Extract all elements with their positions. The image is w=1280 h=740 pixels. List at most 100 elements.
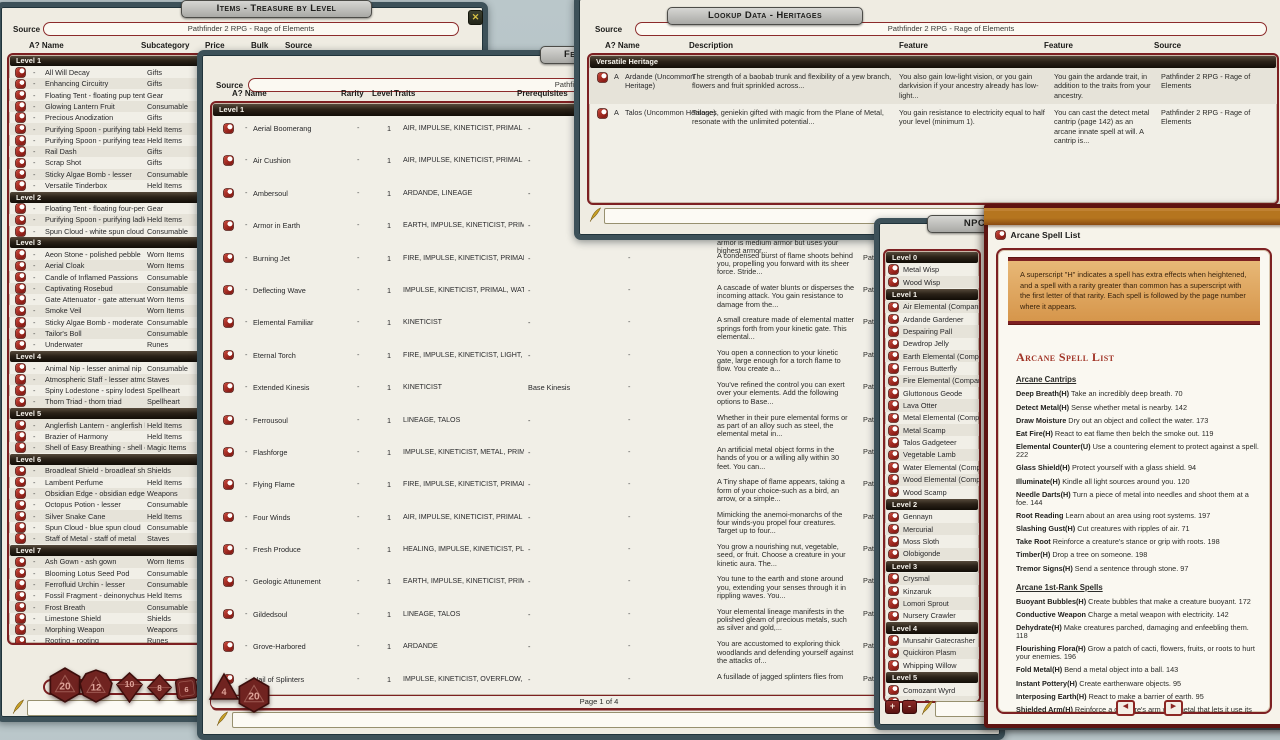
expand-toggle[interactable]: - bbox=[33, 250, 35, 259]
expand-toggle[interactable]: - bbox=[33, 181, 35, 190]
d20-die[interactable]: 20 bbox=[47, 667, 83, 708]
list-item[interactable]: Comozant Wyrd bbox=[885, 684, 979, 696]
expand-toggle[interactable]: - bbox=[33, 364, 35, 373]
entry-icon[interactable] bbox=[16, 125, 25, 134]
list-item[interactable]: Kinzaruk bbox=[885, 585, 979, 597]
column-header[interactable]: Price bbox=[205, 41, 225, 50]
entry-icon[interactable] bbox=[889, 574, 898, 583]
entry-icon[interactable] bbox=[889, 587, 898, 596]
column-header[interactable]: Feature bbox=[899, 41, 928, 50]
entry-icon[interactable] bbox=[224, 254, 233, 263]
expand-toggle[interactable]: - bbox=[33, 534, 35, 543]
entry-icon[interactable] bbox=[889, 525, 898, 534]
column-header[interactable]: A? Name bbox=[29, 41, 64, 50]
entry-icon[interactable] bbox=[16, 329, 25, 338]
expand-toggle[interactable]: - bbox=[33, 102, 35, 111]
list-item[interactable]: Moss Sloth bbox=[885, 535, 979, 547]
expand-toggle[interactable]: - bbox=[33, 273, 35, 282]
entry-icon[interactable] bbox=[16, 284, 25, 293]
entry-icon[interactable] bbox=[16, 421, 25, 430]
expand-toggle[interactable]: - bbox=[33, 306, 35, 315]
list-item[interactable]: Air Elemental (Companion) bbox=[885, 301, 979, 313]
list-item[interactable]: Wood Scamp bbox=[885, 486, 979, 498]
entry-icon[interactable] bbox=[16, 580, 25, 589]
entry-icon[interactable] bbox=[16, 136, 25, 145]
entry-icon[interactable] bbox=[16, 443, 25, 452]
list-item[interactable]: Nursery Crawler bbox=[885, 610, 979, 622]
entry-icon[interactable] bbox=[224, 577, 233, 586]
expand-toggle[interactable]: - bbox=[245, 220, 247, 229]
column-header[interactable]: Description bbox=[689, 41, 733, 50]
expand-toggle[interactable]: - bbox=[33, 569, 35, 578]
d6-die[interactable]: 6 bbox=[173, 675, 200, 707]
entry-icon[interactable] bbox=[889, 278, 898, 287]
column-header[interactable]: Feature bbox=[1044, 41, 1073, 50]
entry-icon[interactable] bbox=[889, 340, 898, 349]
list-item[interactable]: Lomori Sprout bbox=[885, 597, 979, 609]
list-item[interactable]: Munsahir Gatecrasher bbox=[885, 634, 979, 646]
expand-toggle[interactable]: - bbox=[33, 478, 35, 487]
expand-toggle[interactable]: - bbox=[33, 557, 35, 566]
entry-icon[interactable] bbox=[16, 250, 25, 259]
entry-icon[interactable] bbox=[16, 558, 25, 567]
expand-toggle[interactable]: - bbox=[33, 318, 35, 327]
entry-icon[interactable] bbox=[16, 204, 25, 213]
entry-icon[interactable] bbox=[16, 592, 25, 601]
entry-icon[interactable] bbox=[16, 170, 25, 179]
entry-icon[interactable] bbox=[16, 489, 25, 498]
expand-toggle[interactable]: - bbox=[245, 188, 247, 197]
list-item[interactable]: Despairing Pall bbox=[885, 325, 979, 337]
table-row[interactable]: ATalos (Uncommon Heritage)Taloses, genie… bbox=[589, 104, 1277, 182]
expand-toggle[interactable]: - bbox=[33, 432, 35, 441]
entry-icon[interactable] bbox=[889, 686, 898, 695]
entry-icon[interactable] bbox=[16, 569, 25, 578]
entry-icon[interactable] bbox=[224, 448, 233, 457]
expand-toggle[interactable]: - bbox=[33, 466, 35, 475]
entry-icon[interactable] bbox=[16, 375, 25, 384]
entry-icon[interactable] bbox=[889, 550, 898, 559]
list-item[interactable]: Mercurial bbox=[885, 523, 979, 535]
expand-toggle[interactable]: - bbox=[33, 147, 35, 156]
entry-icon[interactable] bbox=[889, 414, 898, 423]
list-item[interactable]: Earth Elemental (Companion) bbox=[885, 350, 979, 362]
d20-die[interactable]: 20 bbox=[236, 677, 272, 718]
entry-icon[interactable] bbox=[16, 80, 25, 89]
list-item[interactable]: Whipping Willow bbox=[885, 659, 979, 671]
expand-toggle[interactable]: - bbox=[33, 625, 35, 634]
column-header[interactable]: Subcategory bbox=[141, 41, 189, 50]
expand-toggle[interactable]: - bbox=[245, 512, 247, 521]
column-header[interactable]: Traits bbox=[394, 89, 415, 98]
entry-icon[interactable] bbox=[889, 389, 898, 398]
list-item[interactable]: Wood Elemental (Companion) bbox=[885, 474, 979, 486]
expand-toggle[interactable]: - bbox=[33, 636, 35, 645]
column-header[interactable]: Bulk bbox=[251, 41, 268, 50]
entry-icon[interactable] bbox=[16, 273, 25, 282]
entry-icon[interactable] bbox=[889, 649, 898, 658]
expand-toggle[interactable]: - bbox=[33, 443, 35, 452]
entry-icon[interactable] bbox=[889, 438, 898, 447]
entry-icon[interactable] bbox=[224, 124, 233, 133]
entry-icon[interactable] bbox=[598, 109, 607, 118]
expand-toggle[interactable]: - bbox=[33, 375, 35, 384]
list-item[interactable]: Dewdrop Jelly bbox=[885, 338, 979, 350]
expand-toggle[interactable]: - bbox=[33, 158, 35, 167]
entry-icon[interactable] bbox=[16, 318, 25, 327]
entry-icon[interactable] bbox=[16, 534, 25, 543]
entry-icon[interactable] bbox=[224, 286, 233, 295]
expand-toggle[interactable]: - bbox=[245, 123, 247, 132]
entry-icon[interactable] bbox=[889, 661, 898, 670]
entry-icon[interactable] bbox=[889, 537, 898, 546]
entry-icon[interactable] bbox=[889, 303, 898, 312]
entry-icon[interactable] bbox=[16, 295, 25, 304]
entry-icon[interactable] bbox=[889, 612, 898, 621]
entry-icon[interactable] bbox=[224, 545, 233, 554]
entry-icon[interactable] bbox=[996, 231, 1005, 240]
expand-toggle[interactable]: - bbox=[33, 215, 35, 224]
expand-toggle[interactable]: - bbox=[33, 397, 35, 406]
expand-toggle[interactable]: - bbox=[33, 614, 35, 623]
d8-die[interactable]: 8 bbox=[145, 673, 174, 707]
expand-toggle[interactable]: - bbox=[245, 317, 247, 326]
entry-icon[interactable] bbox=[224, 383, 233, 392]
expand-toggle[interactable]: - bbox=[33, 421, 35, 430]
expand-toggle[interactable]: - bbox=[33, 591, 35, 600]
